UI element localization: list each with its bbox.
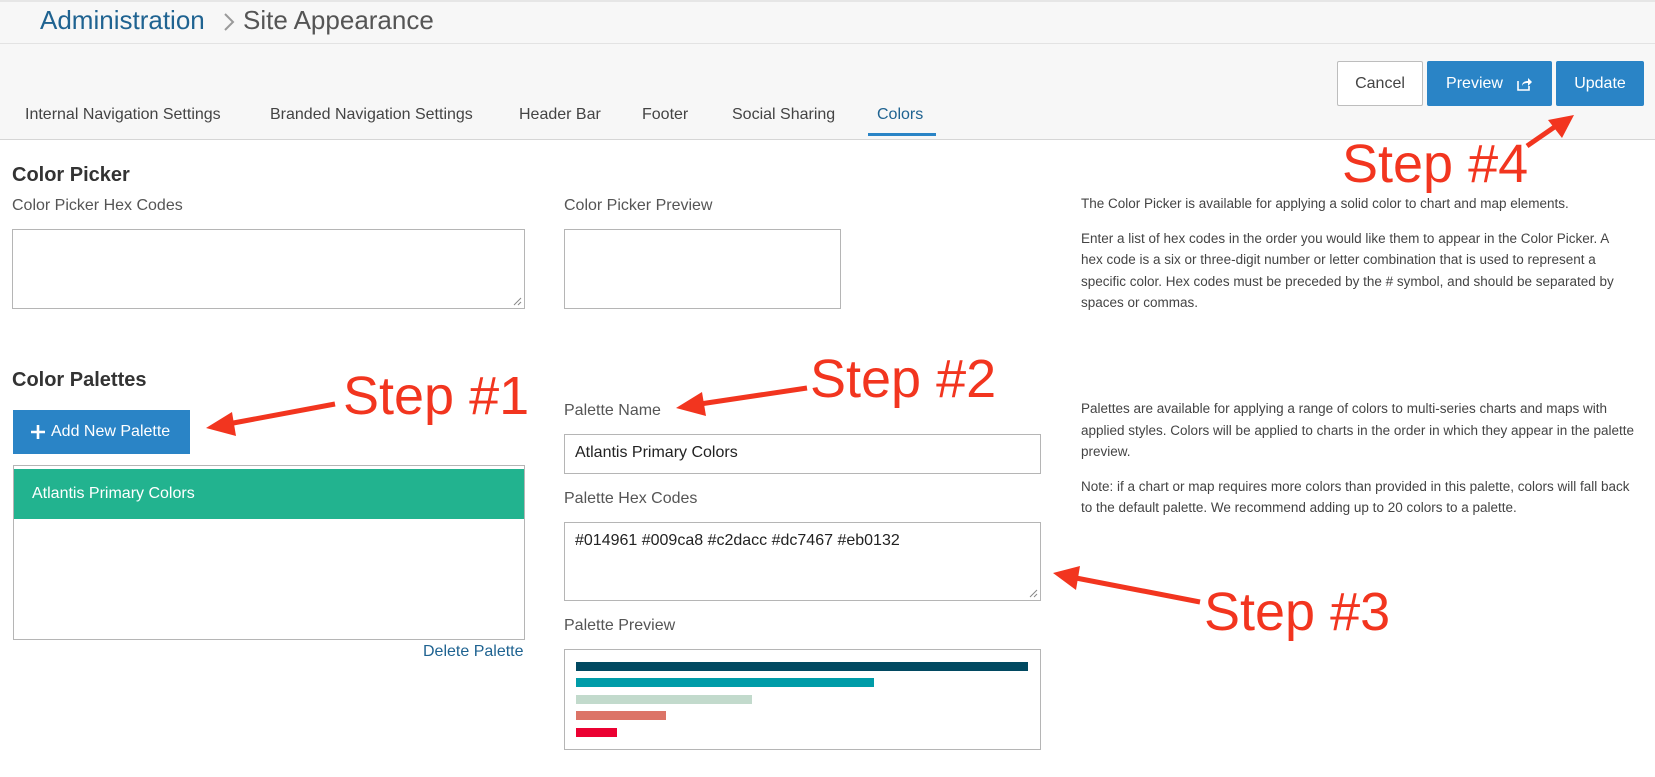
color-picker-preview-label: Color Picker Preview <box>564 197 713 214</box>
palette-preview-bar-3 <box>576 695 752 704</box>
tab-social-sharing[interactable]: Social Sharing <box>732 106 835 124</box>
resize-handle-icon[interactable] <box>1029 589 1038 598</box>
add-new-palette-label: Add New Palette <box>51 423 171 440</box>
palette-hex-input[interactable]: #014961 #009ca8 #c2dacc #dc7467 #eb0132 <box>564 522 1041 601</box>
palette-preview-bar-1 <box>576 662 1028 671</box>
step-1-arrowhead <box>206 412 236 436</box>
palettes-help-line-1: Palettes are available for applying a ra… <box>1081 401 1635 459</box>
palette-hex-value: #014961 #009ca8 #c2dacc #dc7467 #eb0132 <box>575 532 900 549</box>
color-picker-hex-value <box>13 230 33 248</box>
color-picker-help: The Color Picker is available for applyi… <box>1081 193 1631 314</box>
color-picker-preview <box>564 229 841 309</box>
palette-name-value: Atlantis Primary Colors <box>575 444 738 461</box>
step-3-arrow <box>1075 575 1201 605</box>
resize-handle-icon[interactable] <box>513 297 522 306</box>
update-button[interactable]: Update <box>1556 61 1644 106</box>
step-2-arrowhead <box>676 392 706 416</box>
palette-preview-bar-5 <box>576 728 617 737</box>
page-title: Site Appearance <box>243 5 434 35</box>
color-picker-help-line-1: The Color Picker is available for applyi… <box>1081 196 1569 211</box>
preview-button[interactable]: Preview <box>1427 61 1552 106</box>
palette-list[interactable]: Atlantis Primary Colors <box>13 465 525 640</box>
step-3-arrowhead <box>1053 566 1080 590</box>
palette-name-label: Palette Name <box>564 402 661 419</box>
palette-name-input[interactable]: Atlantis Primary Colors <box>564 434 1041 474</box>
color-palettes-heading: Color Palettes <box>12 369 147 391</box>
cancel-button[interactable]: Cancel <box>1337 61 1423 106</box>
palette-list-item-label: Atlantis Primary Colors <box>32 485 195 502</box>
chevron-right-icon <box>224 13 235 31</box>
plus-icon <box>31 425 45 439</box>
add-new-palette-button[interactable]: Add New Palette <box>13 410 190 454</box>
palettes-help-line-2: Note: if a chart or map requires more co… <box>1081 478 1630 516</box>
palette-list-item[interactable]: Atlantis Primary Colors <box>14 469 524 519</box>
palette-preview-bar-2 <box>576 678 874 687</box>
share-icon <box>1517 77 1532 91</box>
annotation-step-4: Step #4 <box>1342 134 1529 194</box>
step-2-arrow <box>699 385 808 407</box>
breadcrumb-administration[interactable]: Administration <box>40 5 205 36</box>
cancel-button-label: Cancel <box>1355 74 1405 92</box>
delete-palette-link[interactable]: Delete Palette <box>423 643 524 661</box>
color-picker-hex-label: Color Picker Hex Codes <box>12 197 183 214</box>
annotation-step-2: Step #2 <box>810 349 997 409</box>
color-picker-hex-input[interactable] <box>12 229 525 309</box>
palette-preview-label: Palette Preview <box>564 617 676 634</box>
palette-preview-bar-4 <box>576 711 666 720</box>
palette-hex-label: Palette Hex Codes <box>564 490 698 507</box>
tab-colors[interactable]: Colors <box>877 106 923 124</box>
color-picker-heading: Color Picker <box>12 164 130 186</box>
preview-button-label: Preview <box>1446 74 1503 92</box>
active-tab-indicator <box>868 133 936 136</box>
tab-header-bar[interactable]: Header Bar <box>519 106 601 124</box>
palette-preview <box>564 649 1041 750</box>
tab-branded-navigation-settings[interactable]: Branded Navigation Settings <box>270 106 473 124</box>
step-1-arrow <box>227 401 336 427</box>
annotation-step-3: Step #3 <box>1204 582 1391 642</box>
update-button-label: Update <box>1574 74 1626 92</box>
annotation-step-1: Step #1 <box>343 366 530 426</box>
color-picker-help-line-2: Enter a list of hex codes in the order y… <box>1081 230 1614 311</box>
tab-internal-navigation-settings[interactable]: Internal Navigation Settings <box>25 106 221 124</box>
tab-footer[interactable]: Footer <box>642 106 688 124</box>
palettes-help: Palettes are available for applying a ra… <box>1081 398 1636 519</box>
